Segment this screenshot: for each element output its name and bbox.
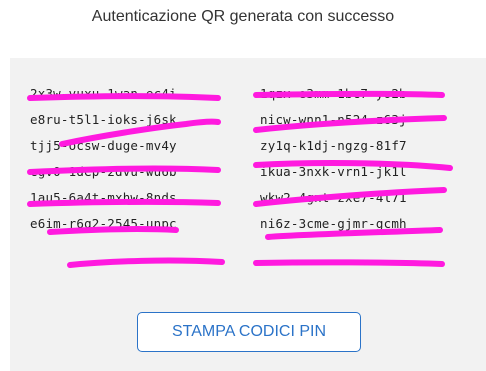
backup-code: tjj5-ocsw-duge-mv4y	[30, 137, 177, 153]
backup-code: ni6z-3cme-gjmr-gcmh	[260, 215, 407, 231]
backup-code: 1au5-6a4t-mxhw-8nds	[30, 189, 177, 205]
code-row: 1au5-6a4t-mxhw-8nds wkw2-4gnt-zxe7-4l71	[30, 184, 470, 210]
codes-panel: 2x3w-vuxu-1wan-ec4i 1qzx-e3mm-1bc7-yo2b …	[10, 58, 486, 371]
backup-code: zy1q-k1dj-ngzg-81f7	[260, 137, 407, 153]
code-row: e8ru-t5l1-ioks-j6sk nicw-wnn1-n524-z63j	[30, 106, 470, 132]
print-pin-codes-button[interactable]: STAMPA CODICI PIN	[137, 312, 361, 352]
code-row: e6im-r6g2-2545-unpc ni6z-3cme-gjmr-gcmh	[30, 210, 470, 236]
page-title: Autenticazione QR generata con successo	[91, 8, 395, 25]
backup-code: cgv0-1dep-2dvu-wu6b	[30, 163, 177, 179]
code-row: cgv0-1dep-2dvu-wu6b ikua-3nxk-vrn1-jk1l	[30, 158, 470, 184]
backup-code: e6im-r6g2-2545-unpc	[30, 215, 177, 231]
backup-code: wkw2-4gnt-zxe7-4l71	[260, 189, 407, 205]
redaction-stroke	[67, 257, 225, 268]
code-row: tjj5-ocsw-duge-mv4y zy1q-k1dj-ngzg-81f7	[30, 132, 470, 158]
redaction-stroke	[253, 259, 445, 267]
backup-code: e8ru-t5l1-ioks-j6sk	[30, 111, 177, 127]
backup-code: 1qzx-e3mm-1bc7-yo2b	[260, 85, 407, 101]
backup-code: 2x3w-vuxu-1wan-ec4i	[30, 85, 177, 101]
backup-code: nicw-wnn1-n524-z63j	[260, 111, 407, 127]
backup-codes-list: 2x3w-vuxu-1wan-ec4i 1qzx-e3mm-1bc7-yo2b …	[30, 80, 470, 236]
code-row: 2x3w-vuxu-1wan-ec4i 1qzx-e3mm-1bc7-yo2b	[30, 80, 470, 106]
backup-code: ikua-3nxk-vrn1-jk1l	[260, 163, 407, 179]
